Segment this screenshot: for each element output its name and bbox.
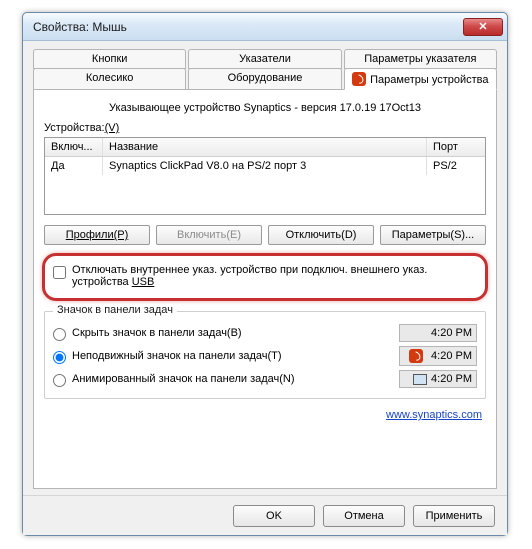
devices-label: Устройства:(V) [44,122,486,134]
synaptics-icon [352,72,366,86]
radio-static[interactable] [53,351,66,364]
tray-icon-group: Значок в панели задач Скрыть значок в па… [44,311,486,399]
radio-animated[interactable] [53,374,66,387]
tab-wheel[interactable]: Колесико [33,68,186,90]
synaptics-tray-icon [409,349,423,363]
sample-static: 4:20 PM [399,346,477,366]
tab-pointer-options[interactable]: Параметры указателя [344,49,497,69]
client-area: Кнопки Указатели Параметры указателя Кол… [23,41,507,495]
radio-static-label: Неподвижный значок на панели задач(T) [72,350,399,362]
apply-button[interactable]: Применить [413,505,495,527]
tab-strip: Кнопки Указатели Параметры указателя Кол… [33,49,497,90]
col-enabled[interactable]: Включ... [45,138,103,156]
titlebar[interactable]: Свойства: Мышь ✕ [23,13,507,41]
cancel-button[interactable]: Отмена [323,505,405,527]
close-button[interactable]: ✕ [463,18,503,36]
devices-list[interactable]: Включ... Название Порт Да Synaptics Clic… [44,137,486,215]
tray-group-title: Значок в панели задач [53,304,177,316]
radio-hide[interactable] [53,328,66,341]
close-icon: ✕ [478,20,487,33]
tab-row-1: Кнопки Указатели Параметры указателя [33,49,497,69]
disable-internal-checkbox-row[interactable]: Отключать внутреннее указ. устройство пр… [51,260,479,294]
tab-buttons[interactable]: Кнопки [33,49,186,69]
highlight-callout: Отключать внутреннее указ. устройство пр… [42,253,488,301]
cell-port: PS/2 [427,157,485,175]
col-port[interactable]: Порт [427,138,485,156]
sample-animated: 4:20 PM [399,370,477,388]
profiles-button[interactable]: Профили(P) [44,225,150,245]
enable-button[interactable]: Включить(E) [156,225,262,245]
driver-version-line: Указывающее устройство Synaptics - верси… [44,102,486,114]
radio-animated-row[interactable]: Анимированный значок на панели задач(N) … [53,370,477,388]
window-title: Свойства: Мышь [33,20,463,34]
sample-static-time: 4:20 PM [431,350,472,362]
disable-button[interactable]: Отключить(D) [268,225,374,245]
disable-internal-checkbox[interactable] [53,266,66,279]
ok-button[interactable]: OK [233,505,315,527]
tab-pointers[interactable]: Указатели [188,49,341,69]
cell-enabled: Да [45,157,103,175]
tab-device-settings[interactable]: Параметры устройства [344,68,497,90]
cell-name: Synaptics ClickPad V8.0 на PS/2 порт 3 [103,157,427,175]
settings-button[interactable]: Параметры(S)... [380,225,486,245]
device-buttons-row: Профили(P) Включить(E) Отключить(D) Пара… [44,225,486,245]
synaptics-link-row: www.synaptics.com [48,409,482,421]
synaptics-link[interactable]: www.synaptics.com [386,409,482,421]
col-name[interactable]: Название [103,138,427,156]
sample-hide: 4:20 PM [399,324,477,342]
sample-hide-time: 4:20 PM [431,327,472,339]
list-header: Включ... Название Порт [45,138,485,157]
disable-internal-label: Отключать внутреннее указ. устройство пр… [72,264,427,288]
tab-row-2: Колесико Оборудование Параметры устройст… [33,68,497,90]
properties-window: Свойства: Мышь ✕ Кнопки Указатели Параме… [22,12,508,536]
table-row[interactable]: Да Synaptics ClickPad V8.0 на PS/2 порт … [45,157,485,175]
sample-animated-time: 4:20 PM [431,373,472,385]
radio-static-row[interactable]: Неподвижный значок на панели задач(T) 4:… [53,346,477,366]
monitor-icon [413,374,427,385]
dialog-footer: OK Отмена Применить [23,495,507,535]
radio-hide-label: Скрыть значок в панели задач(B) [72,327,399,339]
tab-hardware[interactable]: Оборудование [188,68,341,90]
radio-animated-label: Анимированный значок на панели задач(N) [72,373,399,385]
radio-hide-row[interactable]: Скрыть значок в панели задач(B) 4:20 PM [53,324,477,342]
tab-panel-device-settings: Указывающее устройство Synaptics - верси… [33,89,497,489]
